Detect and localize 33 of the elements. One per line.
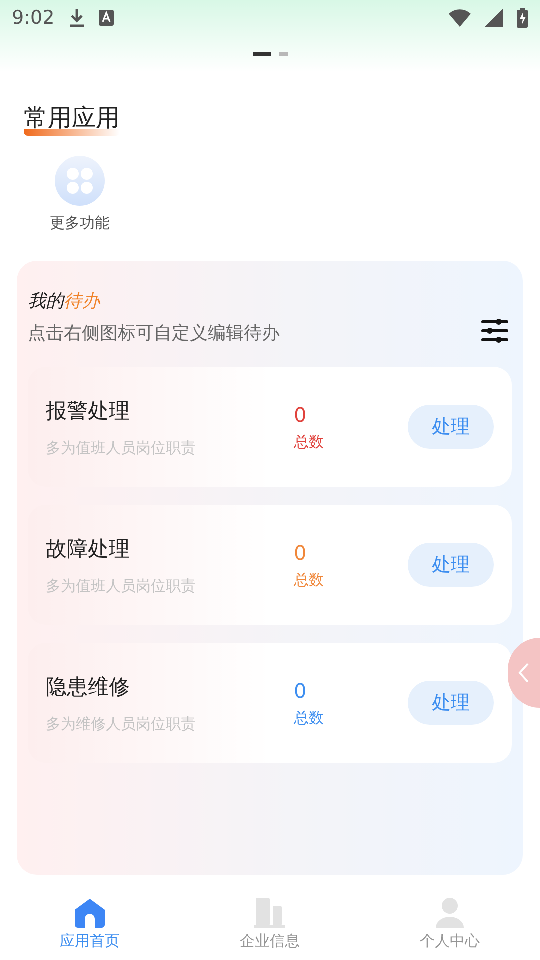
task-description: 多为值班人员岗位职责 xyxy=(46,438,197,458)
status-time: 9:02 xyxy=(12,7,55,29)
wifi-icon xyxy=(449,9,471,27)
task-title: 故障处理 xyxy=(46,536,131,562)
settings-icon[interactable] xyxy=(481,319,509,343)
font-icon xyxy=(98,10,114,26)
app-label[interactable]: 更多功能 xyxy=(50,214,110,233)
task-title: 隐患维修 xyxy=(46,674,131,700)
count-label: 总数 xyxy=(294,570,325,590)
task-title: 报警处理 xyxy=(46,398,131,424)
todo-title: 我的待办 xyxy=(28,290,102,313)
chevron-left-icon xyxy=(518,662,530,684)
download-icon xyxy=(68,8,85,28)
task-description: 多为维修人员岗位职责 xyxy=(46,714,197,734)
battery-icon xyxy=(517,8,528,28)
count-label: 总数 xyxy=(294,708,325,728)
count-label: 总数 xyxy=(294,432,325,452)
task-count: 0 xyxy=(294,402,308,426)
handle-button[interactable]: 处理 xyxy=(408,543,494,587)
nav-tab[interactable]: 应用首页 xyxy=(0,888,180,960)
task-count: 0 xyxy=(294,540,308,564)
person-icon xyxy=(434,898,466,928)
building-icon xyxy=(254,898,286,928)
grid-icon[interactable] xyxy=(55,156,105,206)
task-description: 多为值班人员岗位职责 xyxy=(46,576,197,596)
home-icon xyxy=(74,898,106,928)
task-count: 0 xyxy=(294,678,308,702)
nav-tab[interactable]: 企业信息 xyxy=(180,888,360,960)
todo-hint: 点击右侧图标可自定义编辑待办 xyxy=(28,322,280,345)
handle-button[interactable]: 处理 xyxy=(408,681,494,725)
handle-button[interactable]: 处理 xyxy=(408,405,494,449)
nav-tab[interactable]: 个人中心 xyxy=(360,888,540,960)
signal-icon xyxy=(485,9,503,27)
